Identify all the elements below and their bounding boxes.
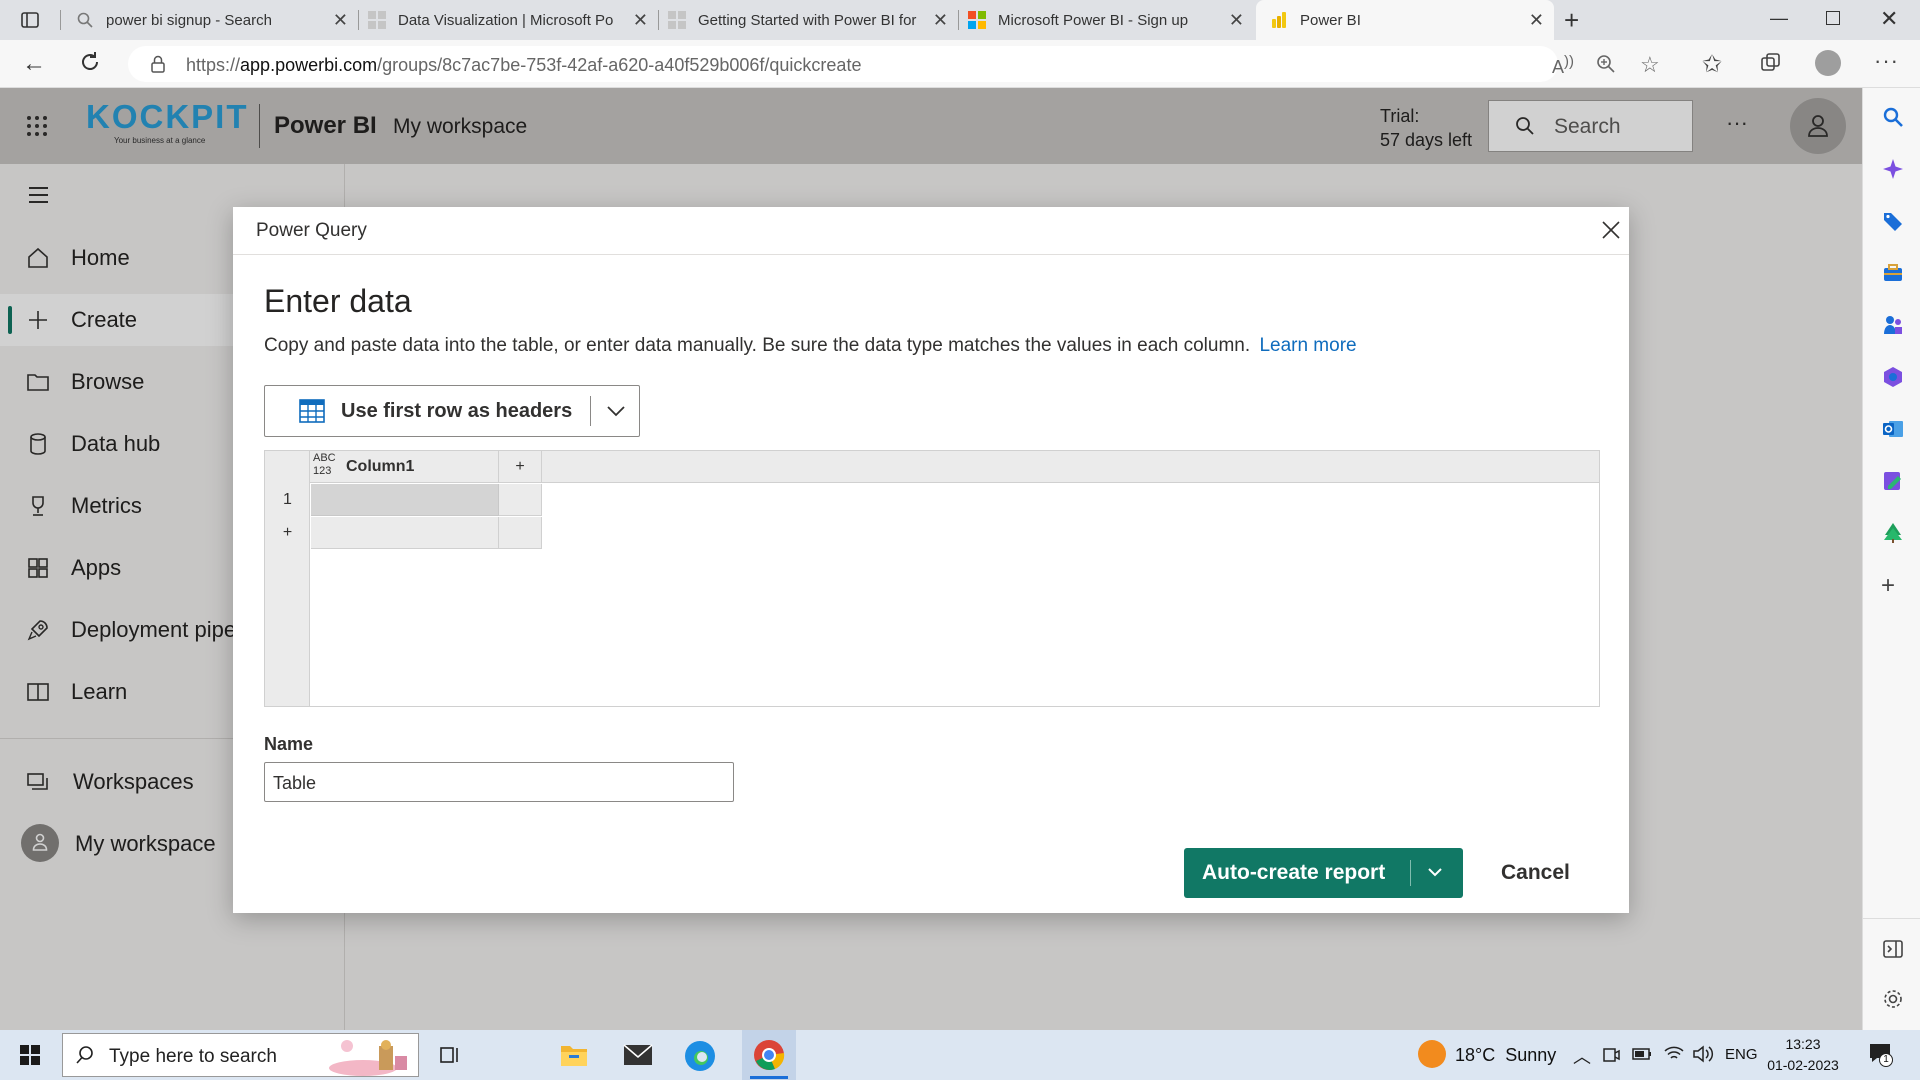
notification-count-badge: 1 [1879,1053,1893,1067]
edge-sidebar: + [1862,88,1920,1030]
lock-icon[interactable] [150,55,166,73]
weather-sun-icon[interactable] [1418,1040,1446,1068]
search-icon [76,1046,93,1064]
auto-create-report-button[interactable]: Auto-create report [1184,848,1463,898]
mail-icon[interactable] [623,1043,653,1067]
wifi-icon[interactable] [1664,1044,1684,1062]
table-grid-icon [299,399,325,423]
tree-icon[interactable] [1882,522,1904,544]
meet-now-icon[interactable] [1602,1046,1620,1064]
dialog-title: Power Query [256,220,367,241]
address-bar-row: ← https://app.powerbi.com/groups/8c7ac7b… [0,40,1920,88]
hide-sidebar-icon[interactable] [1882,938,1904,960]
close-tab-icon[interactable]: ✕ [1529,10,1544,31]
search-icon [77,12,93,28]
table-cell-filler [499,484,542,516]
enter-data-dialog: Power Query Enter data Copy and paste da… [233,207,1629,913]
chrome-taskbar-item[interactable] [742,1030,796,1080]
chevron-down-icon[interactable] [606,404,626,418]
new-row-filler [499,517,542,549]
office-icon[interactable] [1882,366,1904,388]
microsoft-logo-icon [668,11,686,29]
designer-icon[interactable] [1882,470,1904,492]
task-view-icon[interactable] [439,1044,461,1066]
power-bi-icon [1272,12,1286,28]
table-cell[interactable] [311,484,499,516]
new-row-cell [311,517,499,549]
browser-tab-power-bi[interactable]: Power BI ✕ [1256,0,1554,40]
file-explorer-icon[interactable] [560,1042,588,1068]
briefcase-icon[interactable] [1882,262,1904,284]
name-input[interactable]: Table [264,762,734,802]
volume-icon[interactable] [1692,1044,1714,1064]
add-row-button[interactable]: + [265,517,310,549]
data-type-badge[interactable]: ABC 123 [313,452,336,478]
edge-browser-icon[interactable] [684,1040,716,1072]
browser-tab-search[interactable]: power bi signup - Search ✕ [70,0,358,40]
back-icon[interactable]: ← [22,52,46,76]
close-dialog-icon[interactable] [1601,220,1621,240]
data-entry-table: ABC 123 Column1 + 1 + [264,450,1600,707]
collections-icon[interactable] [1760,52,1782,74]
chevron-down-icon[interactable] [1427,867,1443,879]
dialog-header: Power Query [233,207,1629,255]
column-header-column1[interactable]: ABC 123 Column1 [310,451,499,483]
microsoft-logo-icon [368,11,386,29]
microsoft-logo-icon [968,11,986,29]
read-aloud-icon[interactable]: A)) [1552,53,1574,78]
settings-gear-icon[interactable] [1882,988,1904,1010]
tag-icon[interactable] [1882,210,1904,232]
profile-avatar-icon[interactable] [1815,50,1841,76]
browser-tab-signup[interactable]: Microsoft Power BI - Sign up ✕ [968,0,1254,40]
restore-icon[interactable] [1826,11,1840,25]
close-tab-icon[interactable]: ✕ [1229,10,1244,31]
close-tab-icon[interactable]: ✕ [633,10,648,31]
dialog-description: Copy and paste data into the table, or e… [264,335,1357,356]
name-label: Name [264,734,314,754]
dialog-heading: Enter data [264,283,412,319]
windows-start-icon[interactable] [20,1045,40,1065]
battery-icon[interactable] [1632,1047,1652,1061]
language-indicator[interactable]: ENG [1725,1046,1758,1063]
windows-taskbar: Type here to search 18°C Sunny ︿ ENG 13:… [0,1030,1920,1080]
browser-menu-icon[interactable]: ··· [1874,48,1899,74]
add-sidebar-app-icon[interactable]: + [1881,572,1895,600]
new-tab-icon[interactable]: + [1564,7,1579,33]
close-tab-icon[interactable]: ✕ [933,10,948,31]
weather-text[interactable]: 18°C Sunny [1455,1045,1556,1066]
sparkle-icon[interactable] [1882,158,1904,180]
tab-actions-icon[interactable] [20,10,40,30]
search-icon[interactable] [1882,106,1904,128]
minimize-icon[interactable]: — [1770,8,1788,29]
favorite-star-icon[interactable]: ☆ [1640,52,1660,78]
search-highlight-illustration-icon [329,1040,407,1076]
show-hidden-icons-icon[interactable]: ︿ [1573,1043,1591,1069]
cancel-button[interactable]: Cancel [1501,861,1570,885]
zoom-icon[interactable] [1596,54,1616,74]
window-close-icon[interactable]: ✕ [1880,6,1898,32]
clock[interactable]: 13:23 01-02-2023 [1762,1034,1844,1076]
use-first-row-headers-button[interactable]: Use first row as headers [264,385,640,437]
close-tab-icon[interactable]: ✕ [333,10,348,31]
row-number: 1 [283,491,292,508]
notification-center-icon[interactable]: 1 [1868,1042,1893,1067]
url-bar[interactable]: https://app.powerbi.com/groups/8c7ac7be-… [128,46,1660,82]
taskbar-search-box[interactable]: Type here to search [62,1033,419,1077]
browser-tab-getting-started[interactable]: Getting Started with Power BI for ✕ [668,0,958,40]
games-icon[interactable] [1882,314,1904,336]
url-text[interactable]: https://app.powerbi.com/groups/8c7ac7be-… [186,55,861,76]
refresh-icon[interactable] [78,50,102,74]
browser-tab-data-visualization[interactable]: Data Visualization | Microsoft Po ✕ [368,0,658,40]
browser-tab-bar: power bi signup - Search ✕ Data Visualiz… [0,0,1920,40]
chrome-icon [754,1040,785,1070]
outlook-icon[interactable] [1882,418,1904,440]
add-column-button[interactable]: + [499,451,542,483]
learn-more-link[interactable]: Learn more [1259,335,1356,356]
favorites-icon[interactable]: ✩ [1702,50,1722,79]
